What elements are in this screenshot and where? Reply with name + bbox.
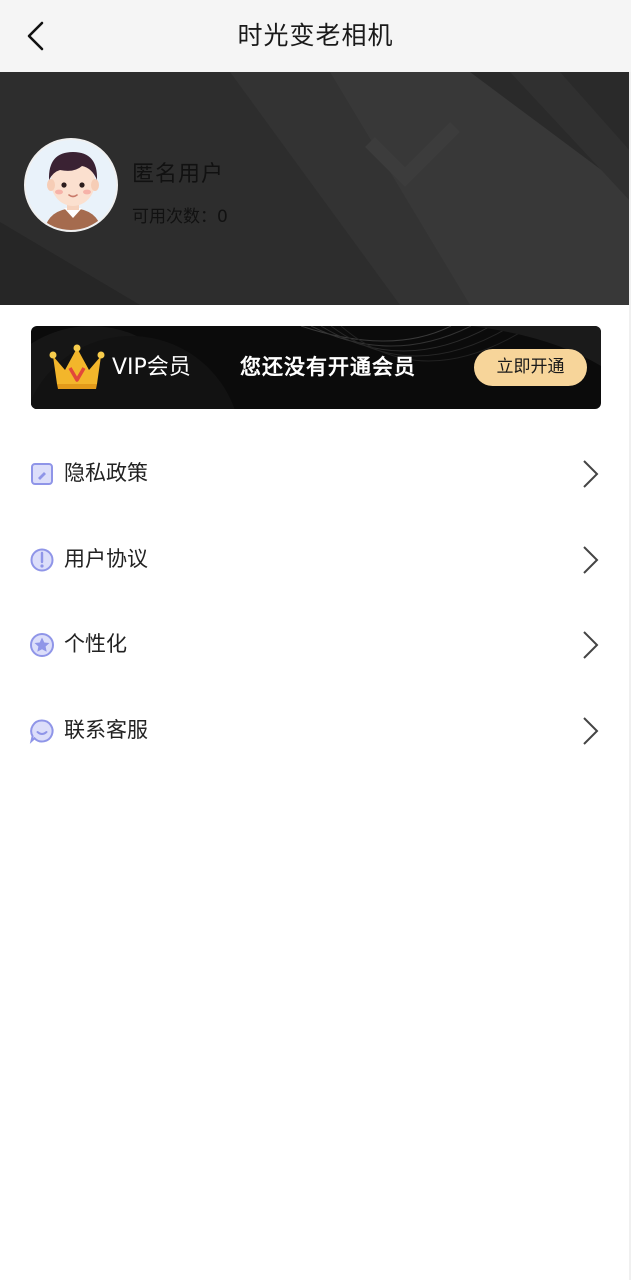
menu-item-privacy-policy[interactable]: 隐私政策 bbox=[0, 431, 631, 517]
crown-icon bbox=[49, 344, 105, 389]
menu-item-customer-service[interactable]: 联系客服 bbox=[0, 688, 631, 774]
agreement-icon bbox=[30, 548, 54, 571]
chevron-right-icon bbox=[583, 716, 599, 745]
chevron-right-icon bbox=[583, 545, 599, 574]
mine-screen: 时光变老相机 匿名用户 可用次数：0 VIP会员 您还没有开通会员 立即开通 隐… bbox=[0, 0, 631, 1280]
open-vip-button[interactable]: 立即开通 bbox=[474, 349, 587, 386]
privacy-icon bbox=[31, 463, 53, 485]
chevron-right-icon bbox=[583, 460, 599, 488]
menu-label: 用户协议 bbox=[64, 546, 148, 571]
settings-menu: 隐私政策 用户协议 个性化 联系客服 bbox=[0, 431, 631, 773]
profile-header: 匿名用户 可用次数：0 bbox=[0, 72, 631, 305]
username: 匿名用户 bbox=[132, 162, 225, 187]
menu-item-personalize[interactable]: 个性化 bbox=[0, 602, 631, 688]
back-button[interactable] bbox=[14, 14, 58, 58]
menu-label: 联系客服 bbox=[64, 717, 148, 742]
vip-status-message: 您还没有开通会员 bbox=[240, 355, 416, 379]
avatar[interactable] bbox=[24, 138, 118, 232]
vip-banner[interactable]: VIP会员 您还没有开通会员 立即开通 bbox=[31, 326, 601, 409]
menu-label: 隐私政策 bbox=[64, 461, 148, 485]
personalize-icon bbox=[30, 633, 54, 657]
menu-label: 个性化 bbox=[64, 632, 127, 656]
menu-item-user-agreement[interactable]: 用户协议 bbox=[0, 517, 631, 603]
page-title: 时光变老相机 bbox=[237, 21, 394, 50]
chevron-left-icon bbox=[27, 21, 44, 51]
cartoon-boy-avatar bbox=[26, 140, 116, 230]
usage-count: 可用次数：0 bbox=[132, 207, 228, 227]
chevron-right-icon bbox=[583, 631, 599, 659]
customer-service-icon bbox=[29, 718, 54, 744]
vip-label: VIP会员 bbox=[112, 355, 191, 380]
navbar: 时光变老相机 bbox=[0, 0, 631, 72]
